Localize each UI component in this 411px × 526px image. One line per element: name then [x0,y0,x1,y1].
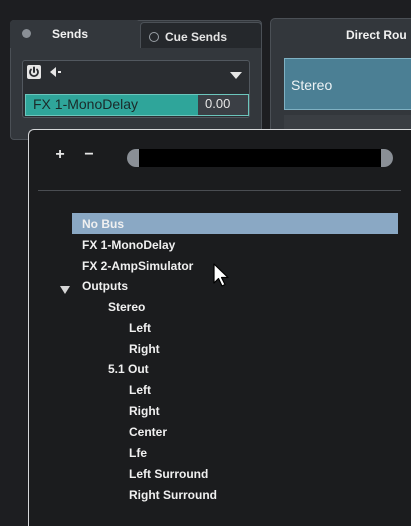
tab-sends[interactable]: Sends [10,20,140,48]
send-level-value: 0.00 [205,96,231,111]
tab-cue-sends[interactable]: Cue Sends [140,22,262,48]
bus-item-fx1[interactable]: FX 1-MonoDelay [82,238,175,252]
send-destination-label: FX 1-MonoDelay [33,96,139,112]
bus-item-fx2[interactable]: FX 2-AmpSimulator [82,259,193,273]
bus-group-5-1-out[interactable]: 5.1 Out [108,362,149,376]
bus-item-no-bus[interactable]: No Bus [82,217,124,231]
collapse-all-button[interactable]: − [81,146,97,166]
tree-expand-arrow-icon[interactable] [60,281,70,294]
bus-item-surround-left[interactable]: Left [129,383,151,397]
bus-item-stereo-right[interactable]: Right [129,342,160,356]
bus-selector-popup [28,129,411,526]
direct-routing-value: Stereo [291,77,333,93]
bus-item-right-surround[interactable]: Right Surround [129,488,217,502]
tab-indicator-icon [22,29,31,38]
tab-indicator-icon [149,32,159,42]
bus-item-lfe[interactable]: Lfe [129,446,147,460]
bus-item-stereo-left[interactable]: Left [129,321,151,335]
prepost-icon[interactable] [47,64,63,80]
tab-sends-label: Sends [52,27,89,41]
bus-group-stereo[interactable]: Stereo [108,300,145,314]
mouse-cursor-icon [212,263,230,289]
search-field[interactable] [127,149,393,167]
bus-item-left-surround[interactable]: Left Surround [129,467,208,481]
bus-item-center[interactable]: Center [129,425,167,439]
bus-group-outputs[interactable]: Outputs [82,279,128,293]
power-icon[interactable] [26,64,42,80]
tab-cue-sends-label: Cue Sends [165,30,228,44]
expand-all-button[interactable]: + [52,146,68,166]
direct-routing-title: Direct Rou [346,28,407,42]
search-field-left-cap [127,149,139,167]
popup-divider [38,190,401,191]
dropdown-arrow-icon[interactable] [229,68,243,79]
bus-item-surround-right[interactable]: Right [129,404,160,418]
